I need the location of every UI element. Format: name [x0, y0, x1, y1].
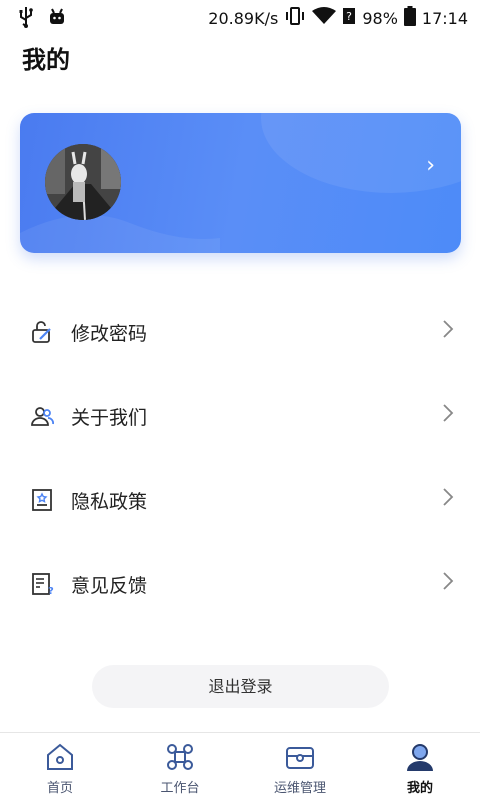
menu-item-privacy-policy[interactable]: 隐私政策 [0, 470, 480, 530]
profile-card[interactable]: › [20, 113, 461, 253]
signal-icon: ? [342, 7, 356, 30]
page-title: 我的 [22, 46, 70, 74]
toolbox-icon [284, 741, 316, 773]
menu-label: 隐私政策 [71, 491, 148, 513]
tab-workbench[interactable]: 工作台 [120, 733, 240, 801]
battery-level: 98% [362, 8, 398, 28]
tab-label: 首页 [46, 781, 73, 796]
battery-icon [403, 6, 416, 31]
menu-label: 修改密码 [71, 323, 148, 345]
menu-item-feedback[interactable]: ? 意见反馈 [0, 554, 480, 614]
vibrate-icon [284, 7, 306, 30]
menu-label: 意见反馈 [71, 575, 148, 597]
home-icon [44, 741, 76, 773]
tab-label: 工作台 [160, 781, 200, 796]
feedback-icon: ? [30, 572, 54, 597]
user-icon [404, 741, 436, 773]
usb-icon [18, 6, 34, 32]
privacy-document-icon [30, 488, 54, 512]
avatar[interactable] [45, 144, 121, 220]
svg-text:?: ? [48, 586, 54, 596]
menu-item-about-us[interactable]: 关于我们 [0, 386, 480, 446]
logout-button[interactable]: 退出登录 [92, 665, 389, 708]
tab-label: 运维管理 [273, 781, 326, 796]
wifi-icon [312, 7, 337, 30]
network-speed: 20.89K/s [208, 8, 279, 28]
chevron-right-icon [442, 402, 454, 424]
chevron-right-icon [442, 570, 454, 592]
chevron-right-icon [442, 486, 454, 508]
tab-home[interactable]: 首页 [0, 733, 120, 801]
chevron-right-icon[interactable]: › [426, 153, 435, 178]
users-icon [30, 404, 54, 428]
tab-mine[interactable]: 我的 [360, 733, 480, 801]
menu-label: 关于我们 [71, 407, 148, 429]
status-bar: 20.89K/s ? 98% 17:14 [0, 0, 480, 34]
svg-text:?: ? [346, 10, 352, 23]
menu-item-change-password[interactable]: 修改密码 [0, 302, 480, 362]
command-icon [164, 741, 196, 773]
android-icon [48, 8, 66, 30]
tab-label: 我的 [406, 781, 433, 796]
tab-operations[interactable]: 运维管理 [240, 733, 360, 801]
clock: 17:14 [421, 8, 468, 28]
edit-lock-icon [30, 320, 54, 344]
chevron-right-icon [442, 318, 454, 340]
bottom-tab-bar: 首页 工作台 运维管理 我的 [0, 732, 480, 801]
